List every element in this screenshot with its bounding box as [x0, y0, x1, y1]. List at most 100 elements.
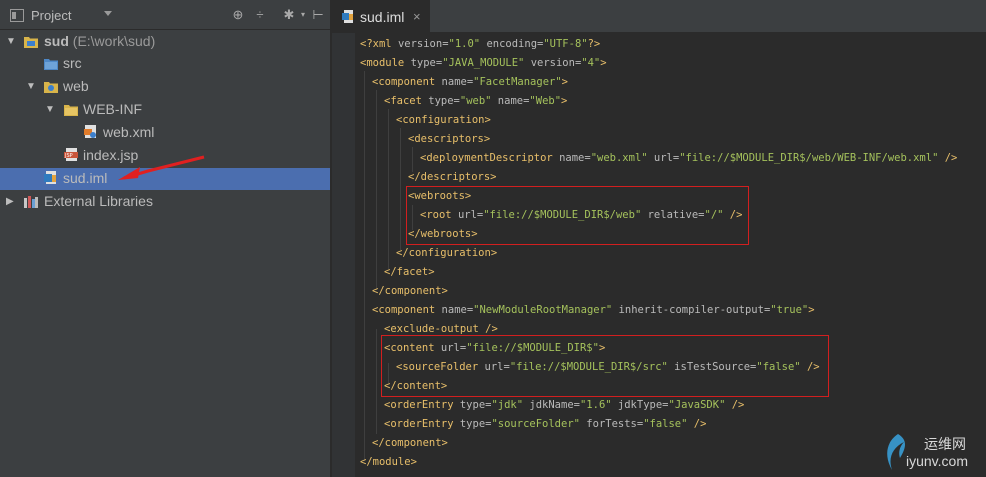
- code-line[interactable]: <facet type="web" name="Web">: [384, 92, 567, 111]
- hide-panel-icon[interactable]: ⊢: [310, 7, 326, 23]
- watermark-en: iyunv.com: [906, 453, 968, 469]
- code-line[interactable]: <component name="FacetManager">: [372, 73, 568, 92]
- code-line[interactable]: <orderEntry type="jdk" jdkName="1.6" jdk…: [384, 396, 744, 415]
- code-token: </component>: [372, 285, 448, 297]
- code-token: "true": [770, 304, 809, 316]
- tree-item-label: External Libraries: [44, 193, 153, 209]
- code-token: "1.6": [579, 399, 612, 411]
- module-folder-icon: [24, 37, 38, 48]
- tree-item-path: (E:\work\sud): [72, 33, 156, 49]
- code-line[interactable]: </descriptors>: [408, 168, 497, 187]
- tree-item-web-inf[interactable]: ▼ WEB-INF: [0, 99, 330, 121]
- editor-tab-bar: sud.iml ×: [332, 0, 986, 33]
- code-token: "4": [581, 57, 601, 69]
- code-token: "Web": [529, 95, 562, 107]
- close-icon[interactable]: ×: [413, 9, 421, 24]
- tree-item-sud-iml[interactable]: sud.iml: [0, 168, 330, 190]
- iml-file-icon: [342, 10, 353, 23]
- tree-item-sud[interactable]: ▼ sud (E:\work\sud): [0, 31, 330, 53]
- gear-dropdown-icon[interactable]: ▾: [295, 7, 311, 23]
- code-token: <deploymentDescriptor: [420, 152, 560, 164]
- project-panel-header: Project ⊕ ÷ ✱ ▾ ⊢: [0, 0, 330, 30]
- code-token: >: [561, 76, 568, 88]
- code-token: forTests=: [579, 418, 644, 430]
- project-view-icon[interactable]: [10, 9, 24, 22]
- code-token: jdkType=: [611, 399, 669, 411]
- tree-item-web-xml[interactable]: web.xml: [0, 122, 330, 144]
- red-highlight-box-content: [381, 335, 829, 397]
- code-line[interactable]: <descriptors>: [408, 130, 490, 149]
- code-token: name=: [441, 304, 474, 316]
- code-token: >: [561, 95, 568, 107]
- code-editor[interactable]: <?xml version="1.0" encoding="UTF-8"?> <m…: [355, 33, 986, 477]
- code-line[interactable]: <?xml version="1.0" encoding="UTF-8"?>: [360, 35, 600, 54]
- watermark: 运维网 iyunv.com: [872, 430, 986, 474]
- code-token: />: [687, 418, 707, 430]
- code-token: type=: [459, 418, 492, 430]
- code-token: name=: [559, 152, 591, 164]
- code-token: "web.xml": [590, 152, 648, 164]
- code-token: />: [938, 152, 958, 164]
- code-token: <configuration>: [396, 114, 491, 126]
- code-token: "FacetManager": [473, 76, 562, 88]
- sync-icon[interactable]: ⊕: [230, 7, 246, 23]
- iml-file-icon: [44, 171, 56, 184]
- code-token: >: [600, 57, 607, 69]
- watermark-cn: 运维网: [924, 436, 966, 452]
- code-token: <descriptors>: [408, 133, 491, 145]
- code-token: "JAVA_MODULE": [442, 57, 525, 69]
- code-token: "sourceFolder": [491, 418, 580, 430]
- code-token: version=: [524, 57, 582, 69]
- code-line[interactable]: </module>: [360, 453, 417, 472]
- project-panel: Project ⊕ ÷ ✱ ▾ ⊢ ▼ sud (E:\work\sud) sr…: [0, 0, 330, 477]
- code-token: name=: [441, 76, 474, 88]
- code-token: encoding=: [480, 38, 544, 50]
- code-line[interactable]: </facet>: [384, 263, 435, 282]
- code-line[interactable]: <component name="NewModuleRootManager" i…: [372, 301, 815, 320]
- indent-guide: [364, 71, 365, 461]
- code-line[interactable]: <deploymentDescriptor name="web.xml" url…: [420, 149, 957, 168]
- code-token: <?xml: [360, 38, 398, 50]
- code-token: >: [808, 304, 815, 316]
- code-token: <facet: [384, 95, 429, 107]
- code-token: type=: [410, 57, 443, 69]
- code-token: inherit-compiler-output=: [612, 304, 771, 316]
- code-line[interactable]: <configuration>: [396, 111, 491, 130]
- code-token: <orderEntry: [384, 418, 460, 430]
- svg-text:JSP: JSP: [64, 153, 73, 159]
- indent-guide: [400, 128, 401, 250]
- expanded-arrow-icon[interactable]: ▼: [26, 81, 36, 92]
- tree-item-label: WEB-INF: [83, 101, 143, 117]
- collapsed-arrow-icon[interactable]: ▶: [6, 196, 14, 207]
- code-token: name=: [491, 95, 530, 107]
- tree-item-label: src: [63, 55, 82, 71]
- tree-item-label: sud: [44, 33, 69, 49]
- code-token: "file://$MODULE_DIR$/web/WEB-INF/web.xml…: [679, 152, 939, 164]
- code-line[interactable]: </component>: [372, 434, 448, 453]
- code-token: ?>: [587, 38, 601, 50]
- code-line[interactable]: <orderEntry type="sourceFolder" forTests…: [384, 415, 706, 434]
- code-token: "web": [459, 95, 492, 107]
- tree-item-label: index.jsp: [83, 147, 139, 163]
- folder-icon: [64, 105, 78, 116]
- code-line[interactable]: </configuration>: [396, 244, 497, 263]
- expanded-arrow-icon[interactable]: ▼: [6, 36, 16, 47]
- project-panel-title[interactable]: Project: [31, 8, 71, 23]
- code-token: <module: [360, 57, 411, 69]
- indent-guide: [376, 90, 377, 290]
- code-token: "false": [643, 418, 688, 430]
- code-token: </component>: [372, 437, 448, 449]
- code-token: <orderEntry: [384, 399, 460, 411]
- project-view-dropdown-icon[interactable]: [104, 11, 112, 16]
- code-line[interactable]: </component>: [372, 282, 448, 301]
- code-line[interactable]: <module type="JAVA_MODULE" version="4">: [360, 54, 607, 73]
- collapse-all-icon[interactable]: ÷: [252, 7, 268, 23]
- tab-sud-iml[interactable]: sud.iml ×: [332, 0, 430, 33]
- code-token: <exclude-output />: [384, 323, 498, 335]
- tree-item-web[interactable]: ▼ web: [0, 76, 330, 98]
- expanded-arrow-icon[interactable]: ▼: [45, 104, 55, 115]
- tree-item-index-jsp[interactable]: JSP index.jsp: [0, 145, 330, 167]
- code-token: "1.0": [448, 38, 481, 50]
- tree-item-src[interactable]: src: [0, 53, 330, 75]
- tree-item-external-libraries[interactable]: ▶ External Libraries: [0, 191, 330, 213]
